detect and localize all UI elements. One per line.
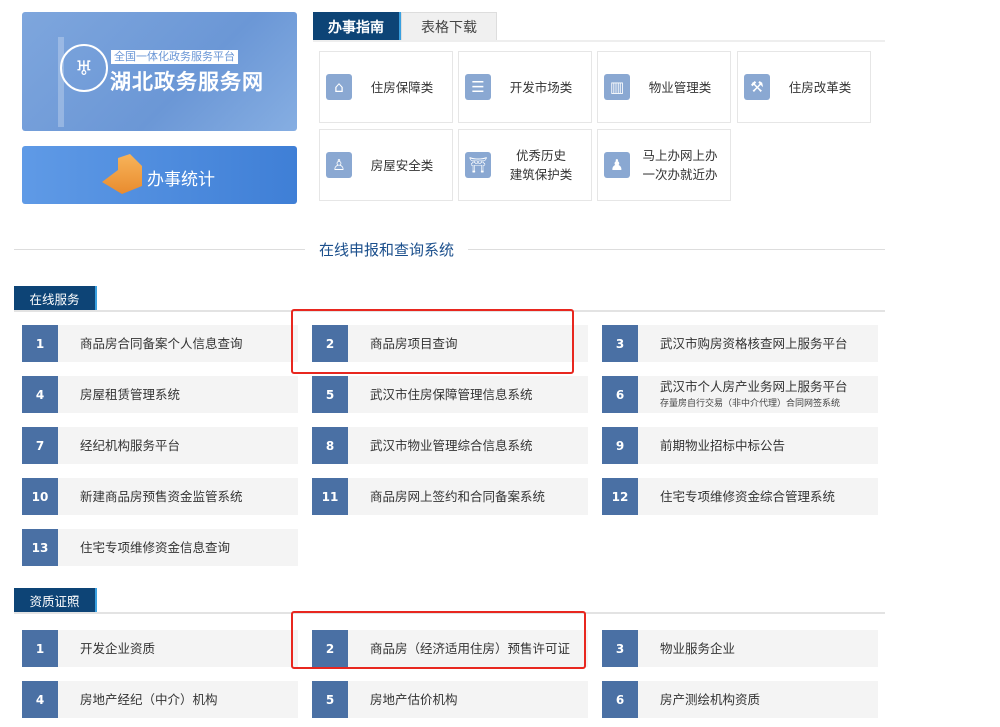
list-item-label: 武汉市购房资格核查网上服务平台	[660, 336, 848, 351]
list-item-label: 武汉市物业管理综合信息系统	[370, 438, 533, 453]
highlight-box-presale-permit	[291, 611, 586, 669]
list-item[interactable]: 1 商品房合同备案个人信息查询	[22, 325, 298, 362]
tab-divider	[313, 40, 885, 42]
list-item[interactable]: 12 住宅专项维修资金综合管理系统	[602, 478, 878, 515]
list-item[interactable]: 5 武汉市住房保障管理信息系统	[312, 376, 588, 413]
document-person-icon: ☰	[465, 74, 491, 100]
house-wrench-icon: ⚒	[744, 74, 770, 100]
list-item[interactable]: 5 房地产估价机构	[312, 681, 588, 718]
guide-label-line2: 一次办就近办	[642, 167, 718, 182]
item-number: 6	[602, 681, 638, 718]
hubei-gov-service-banner[interactable]: ♅ 全国一体化政务服务平台 湖北政务服务网	[22, 12, 297, 131]
banner-title: 湖北政务服务网	[110, 70, 264, 94]
item-number: 3	[602, 630, 638, 667]
list-item[interactable]: 3 物业服务企业	[602, 630, 878, 667]
item-number: 5	[312, 376, 348, 413]
list-item[interactable]: 6 房产测绘机构资质	[602, 681, 878, 718]
list-item-label: 房地产估价机构	[370, 692, 458, 707]
guide-category[interactable]: ♟ 马上办网上办 一次办就近办	[597, 129, 731, 201]
list-item[interactable]: 13 住宅专项维修资金信息查询	[22, 529, 298, 566]
section-divider-right	[468, 249, 885, 250]
list-item[interactable]: 1 开发企业资质	[22, 630, 298, 667]
worker-icon: ♙	[326, 152, 352, 178]
item-number: 9	[602, 427, 638, 464]
guide-category[interactable]: ▥ 物业管理类	[597, 51, 731, 123]
guide-category[interactable]: ⌂ 住房保障类	[319, 51, 453, 123]
list-item[interactable]: 8 武汉市物业管理综合信息系统	[312, 427, 588, 464]
list-item-label: 武汉市住房保障管理信息系统	[370, 387, 533, 402]
list-item[interactable]: 10 新建商品房预售资金监管系统	[22, 478, 298, 515]
tab-guide[interactable]: 办事指南	[313, 12, 401, 41]
section-title: 在线申报和查询系统	[318, 241, 454, 259]
pavilion-icon: ⛩	[465, 152, 491, 178]
list-item-label: 物业服务企业	[660, 641, 736, 656]
list-item[interactable]: 3 武汉市购房资格核查网上服务平台	[602, 325, 878, 362]
building-icon: ▥	[604, 74, 630, 100]
stamp-icon: ♟	[604, 152, 630, 178]
guide-label: 住房保障类	[370, 79, 434, 95]
guide-label: 住房改革类	[788, 79, 852, 95]
list-item-label: 新建商品房预售资金监管系统	[80, 489, 243, 504]
tab-form-download[interactable]: 表格下载	[401, 12, 497, 41]
list-item[interactable]: 4 房屋租赁管理系统	[22, 376, 298, 413]
banner-subtitle: 全国一体化政务服务平台	[111, 50, 238, 64]
item-number: 12	[602, 478, 638, 515]
list-item-label: 开发企业资质	[80, 641, 156, 656]
list-item-label: 房屋租赁管理系统	[80, 387, 181, 402]
item-number: 5	[312, 681, 348, 718]
guide-category[interactable]: ⚒ 住房改革类	[737, 51, 871, 123]
list-item-label: 商品房合同备案个人信息查询	[80, 336, 243, 351]
guide-category[interactable]: ☰ 开发市场类	[458, 51, 592, 123]
list-item-label: 住宅专项维修资金综合管理系统	[660, 489, 836, 504]
list-item-label: 住宅专项维修资金信息查询	[80, 540, 231, 555]
guide-label-line2: 建筑保护类	[509, 167, 573, 182]
guide-category[interactable]: ♙ 房屋安全类	[319, 129, 453, 201]
list-item-label: 房产测绘机构资质	[660, 692, 761, 707]
item-number: 10	[22, 478, 58, 515]
list-item-label: 前期物业招标中标公告	[660, 438, 786, 453]
list-item-label: 商品房网上签约和合同备案系统	[370, 489, 546, 504]
list-item[interactable]: 7 经纪机构服务平台	[22, 427, 298, 464]
item-number: 1	[22, 325, 58, 362]
item-number: 8	[312, 427, 348, 464]
list-item[interactable]: 4 房地产经纪（中介）机构	[22, 681, 298, 718]
guide-label-line1: 优秀历史	[515, 148, 566, 163]
bar-chart-icon	[102, 154, 142, 194]
list-item-label: 武汉市个人房产业务网上服务平台	[660, 379, 848, 394]
emblem-icon: ♅	[60, 44, 108, 92]
guide-label: 房屋安全类	[370, 157, 434, 173]
item-number: 4	[22, 376, 58, 413]
list-item[interactable]: 11 商品房网上签约和合同备案系统	[312, 478, 588, 515]
guide-label: 开发市场类	[509, 79, 573, 95]
guide-label: 物业管理类	[648, 79, 712, 95]
guide-category[interactable]: ⛩ 优秀历史建筑保护类	[458, 129, 592, 201]
list-item[interactable]: 6 武汉市个人房产业务网上服务平台存量房自行交易（非中介代理）合同网签系统	[602, 376, 878, 413]
list-item-sublabel: 存量房自行交易（非中介代理）合同网签系统	[660, 399, 841, 409]
item-number: 11	[312, 478, 348, 515]
service-statistics-button[interactable]: 办事统计	[22, 146, 297, 204]
item-number: 1	[22, 630, 58, 667]
list-item-label: 房地产经纪（中介）机构	[80, 692, 218, 707]
item-number: 13	[22, 529, 58, 566]
qualification-header: 资质证照	[14, 588, 97, 613]
online-services-header: 在线服务	[14, 286, 97, 311]
item-number: 4	[22, 681, 58, 718]
house-icon: ⌂	[326, 74, 352, 100]
stats-label: 办事统计	[147, 170, 215, 190]
list-item[interactable]: 9 前期物业招标中标公告	[602, 427, 878, 464]
guide-label-line1: 马上办网上办	[642, 148, 718, 163]
list-item-label: 经纪机构服务平台	[80, 438, 181, 453]
section-divider-left	[14, 249, 305, 250]
highlight-box-project-query	[291, 309, 574, 374]
skyline-decoration	[58, 37, 64, 127]
item-number: 7	[22, 427, 58, 464]
item-number: 3	[602, 325, 638, 362]
item-number: 6	[602, 376, 638, 413]
